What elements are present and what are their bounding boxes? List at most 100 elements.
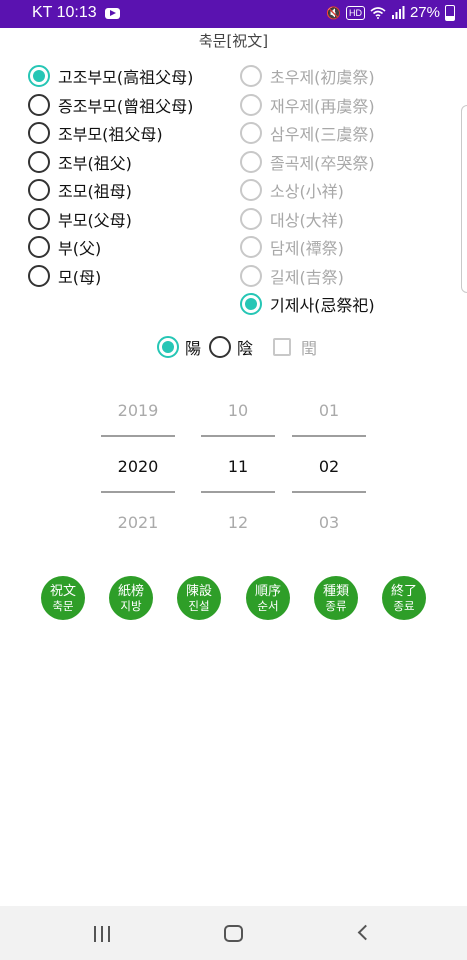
leap-month-checkbox[interactable]: 閏	[273, 333, 317, 361]
radio-circle-icon	[28, 236, 50, 258]
ceremony-radio-label: 재우제(再虞祭)	[270, 96, 375, 116]
year-prev[interactable]: 2019	[101, 401, 175, 420]
procedure-button[interactable]: 順序 순서	[246, 576, 290, 620]
radio-circle-icon	[240, 207, 262, 230]
home-icon[interactable]	[224, 925, 243, 942]
button-hangul: 순서	[257, 598, 279, 613]
radio-circle-icon	[240, 150, 262, 173]
ceremony-radio-5: 소상(小祥)	[240, 176, 344, 204]
relation-radio-2[interactable]: 증조부모(曾祖父母)	[28, 91, 193, 119]
radio-circle-icon	[28, 122, 50, 144]
year-next[interactable]: 2021	[101, 513, 175, 532]
ceremony-radio-label: 길제(吉祭)	[270, 267, 344, 287]
recent-apps-icon[interactable]	[94, 926, 112, 942]
radio-circle-icon	[240, 93, 262, 116]
year-current[interactable]: 2020	[101, 457, 175, 476]
button-hanja: 陳設	[185, 583, 212, 599]
button-hangul: 축문	[52, 598, 74, 613]
ceremony-radio-1: 초우제(初虞祭)	[240, 62, 375, 90]
relation-radio-4[interactable]: 조부(祖父)	[28, 148, 132, 176]
button-hangul: 종료	[393, 598, 415, 613]
mute-icon: 🔇	[326, 5, 341, 20]
ceremony-radio-label: 삼우제(三虞祭)	[270, 125, 375, 144]
radio-circle-icon	[240, 236, 262, 258]
prayer-text-button[interactable]: 祝文 축문	[41, 576, 85, 620]
ceremony-radio-4: 졸곡제(卒哭祭)	[240, 148, 375, 176]
button-hangul: 지방	[120, 598, 142, 613]
ceremony-radio-label: 대상(大祥)	[270, 210, 344, 230]
radio-circle-icon	[209, 336, 231, 358]
relation-radio-label: 조모(祖母)	[58, 182, 132, 201]
screen-title: 축문[祝文]	[198, 32, 269, 50]
radio-circle-icon	[28, 150, 50, 173]
solar-label: 陽	[185, 339, 202, 358]
month-next[interactable]: 12	[201, 513, 275, 532]
types-button[interactable]: 種類 종류	[314, 576, 358, 620]
picker-divider	[201, 435, 275, 437]
relation-radio-3[interactable]: 조부모(祖父母)	[28, 119, 163, 147]
battery-percent: 27%	[409, 4, 440, 21]
picker-divider	[101, 491, 175, 493]
ceremony-radio-label: 졸곡제(卒哭祭)	[270, 153, 375, 173]
table-setting-button[interactable]: 陳設 진설	[177, 576, 221, 620]
lunar-calendar-radio[interactable]: 陰	[209, 333, 253, 361]
month-prev[interactable]: 10	[201, 401, 275, 420]
ceremony-radio-label: 담제(禫祭)	[270, 239, 344, 258]
ceremony-radio-8: 길제(吉祭)	[240, 262, 344, 290]
leap-month-label: 閏	[301, 339, 318, 358]
ceremony-radio-2: 재우제(再虞祭)	[240, 91, 375, 119]
hd-badge: HD	[345, 5, 365, 20]
radio-circle-icon	[240, 122, 262, 144]
year-picker[interactable]: 2019 2020 2021	[101, 395, 175, 535]
relation-radio-5[interactable]: 조모(祖母)	[28, 176, 132, 204]
exit-button[interactable]: 終了 종료	[382, 576, 426, 620]
day-current[interactable]: 02	[292, 457, 366, 476]
relation-radio-label: 조부(祖父)	[58, 153, 132, 173]
button-hanja: 祝文	[49, 583, 76, 599]
ceremony-radio-9[interactable]: 기제사(忌祭祀)	[240, 290, 375, 318]
radio-circle-icon	[28, 65, 50, 87]
relation-radio-8[interactable]: 모(母)	[28, 262, 101, 290]
edge-panel-handle[interactable]	[461, 105, 467, 293]
relation-radio-label: 고조부모(高祖父母)	[58, 68, 194, 87]
radio-circle-icon	[240, 179, 262, 201]
relation-radio-6[interactable]: 부모(父母)	[28, 205, 132, 233]
ceremony-radio-3: 삼우제(三虞祭)	[240, 119, 375, 147]
radio-circle-icon	[28, 207, 50, 230]
relation-radio-label: 부(父)	[58, 239, 102, 258]
picker-divider	[101, 435, 175, 437]
radio-circle-icon	[28, 264, 50, 287]
navigation-bar	[0, 906, 467, 960]
day-prev[interactable]: 01	[292, 401, 366, 420]
relation-radio-label: 부모(父母)	[58, 210, 132, 230]
ceremony-radio-6: 대상(大祥)	[240, 205, 344, 233]
youtube-icon	[104, 7, 120, 19]
signal-icon	[391, 6, 405, 19]
button-hanja: 種類	[322, 583, 349, 599]
month-picker[interactable]: 10 11 12	[201, 395, 275, 535]
ceremony-radio-7: 담제(禫祭)	[240, 233, 344, 261]
radio-circle-icon	[240, 293, 262, 315]
day-next[interactable]: 03	[292, 513, 366, 532]
status-bar: KT 10:13 🔇 HD 27%	[0, 0, 467, 28]
picker-divider	[292, 435, 366, 437]
radio-circle-icon	[28, 179, 50, 201]
paper-tablet-button[interactable]: 紙榜 지방	[109, 576, 153, 620]
picker-divider	[201, 491, 275, 493]
relation-radio-label: 모(母)	[58, 267, 102, 287]
checkbox-icon	[273, 338, 291, 356]
ceremony-radio-label: 기제사(忌祭祀)	[270, 296, 375, 315]
relation-radio-7[interactable]: 부(父)	[28, 233, 101, 261]
wifi-icon	[370, 6, 386, 19]
ceremony-radio-label: 소상(小祥)	[270, 182, 344, 201]
carrier-time: KT 10:13	[32, 4, 97, 21]
radio-circle-icon	[28, 93, 50, 116]
day-picker[interactable]: 01 02 03	[292, 395, 366, 535]
relation-radio-label: 증조부모(曾祖父母)	[58, 96, 194, 116]
radio-circle-icon	[240, 264, 262, 287]
month-current[interactable]: 11	[201, 457, 275, 476]
back-icon[interactable]	[357, 924, 374, 941]
relation-radio-1[interactable]: 고조부모(高祖父母)	[28, 62, 193, 90]
ceremony-radio-label: 초우제(初虞祭)	[270, 68, 375, 87]
solar-calendar-radio[interactable]: 陽	[157, 333, 201, 361]
